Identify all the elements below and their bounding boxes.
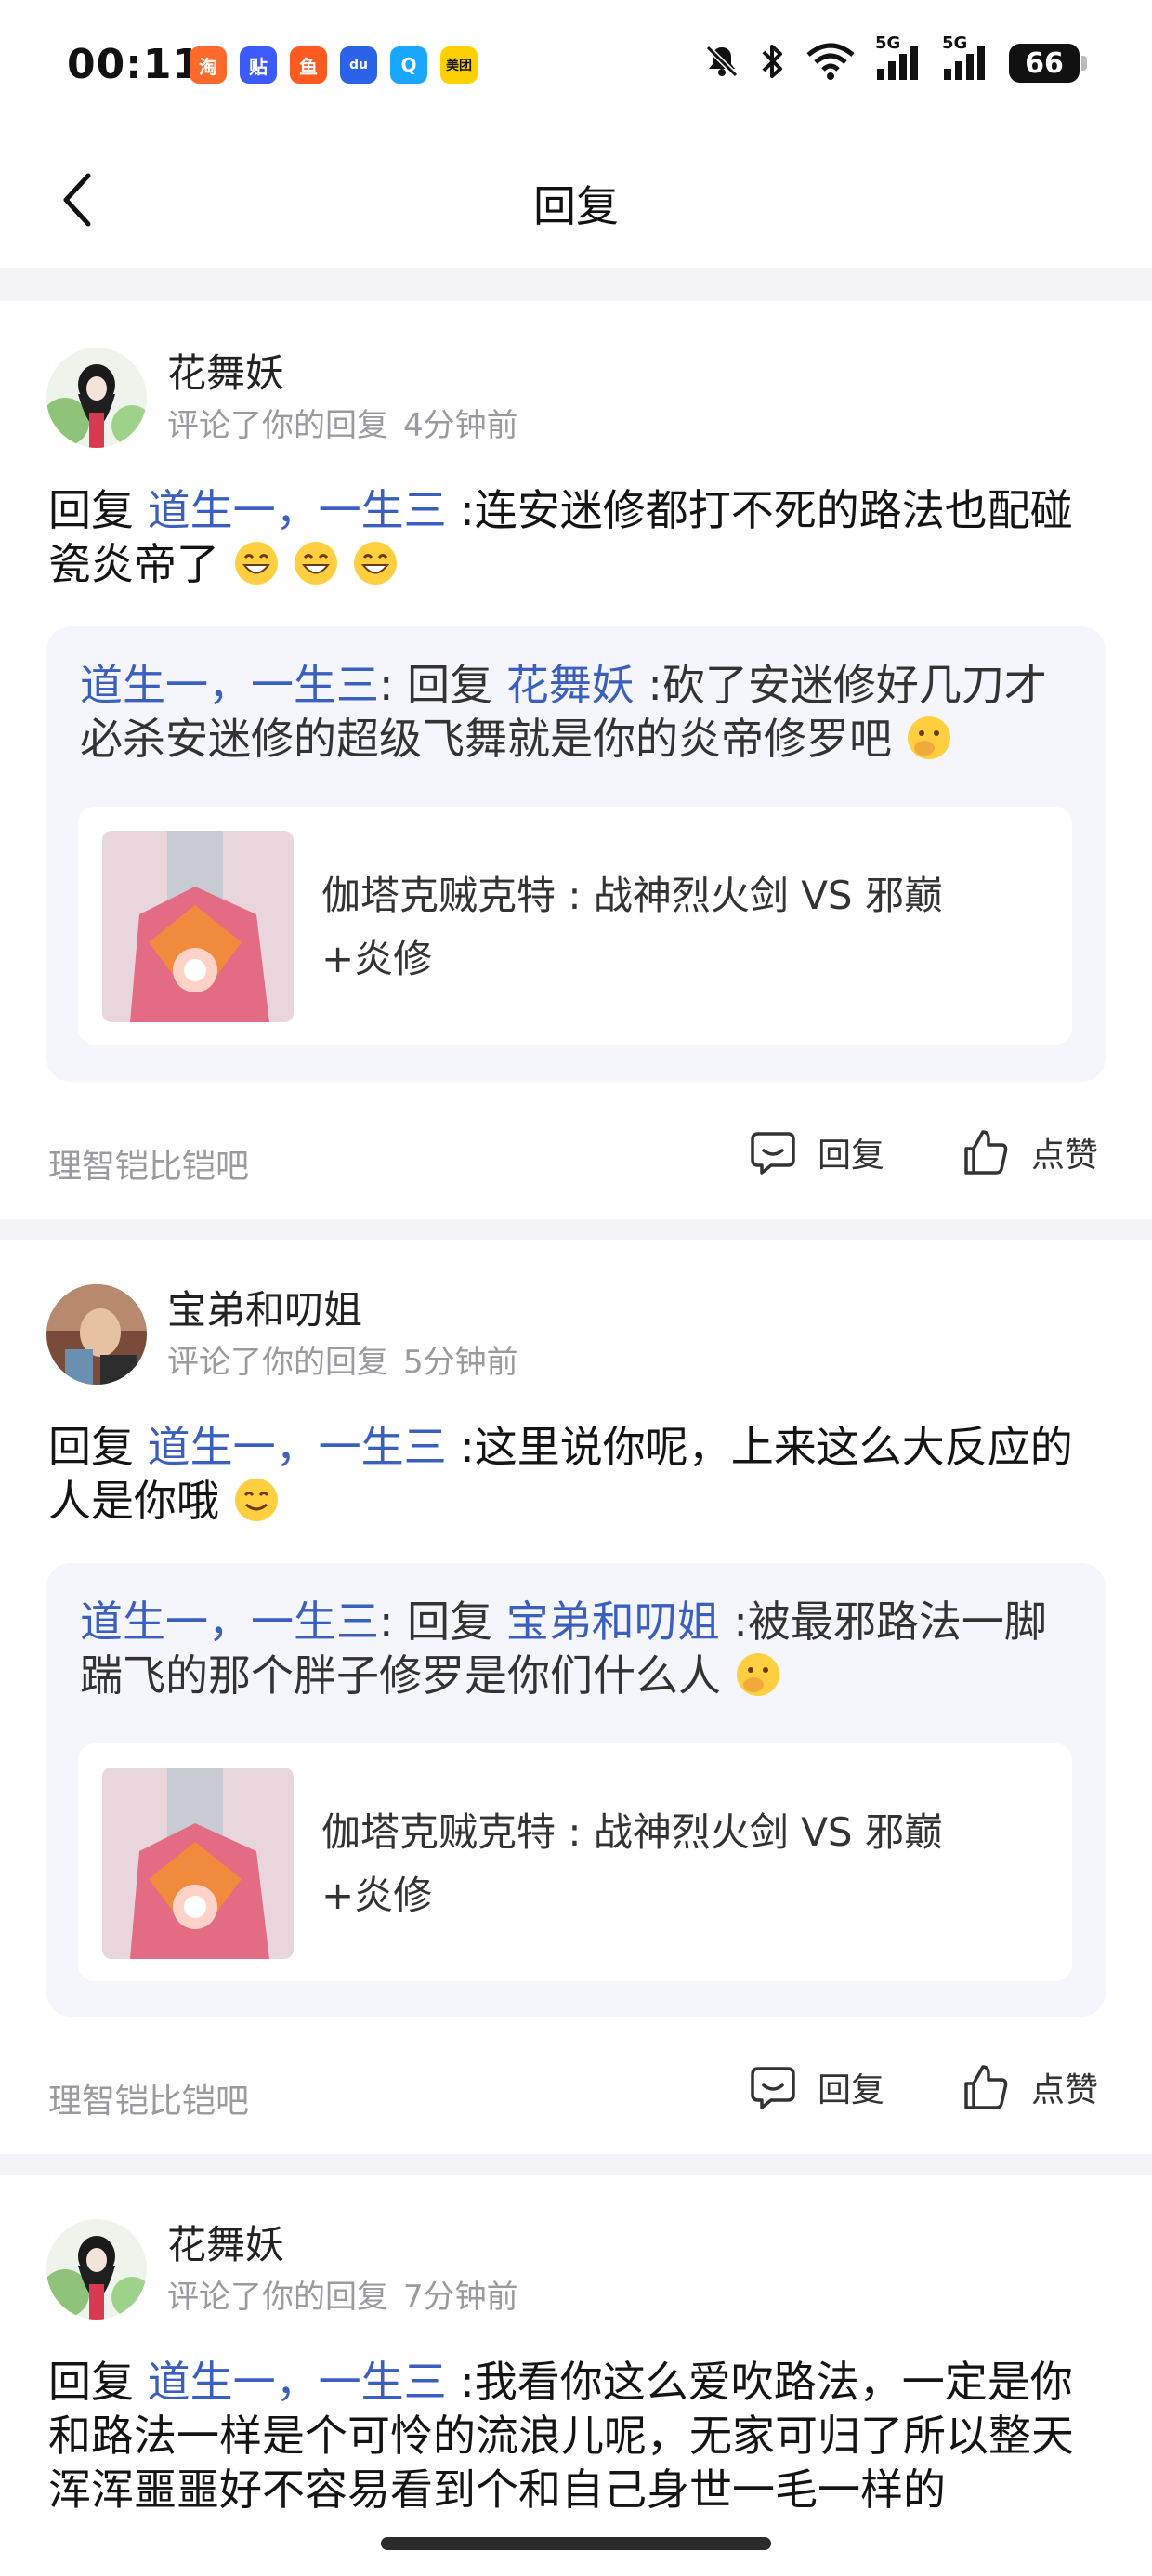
linked-post-card[interactable]: 伽塔克贼克特 : 战神烈火剑 VS 邪巅 +炎修 <box>78 807 1072 1045</box>
username[interactable]: 花舞妖 <box>167 342 284 399</box>
comment-icon <box>751 1132 795 1175</box>
reply-button[interactable]: 回复 <box>749 2063 884 2111</box>
home-indicator[interactable] <box>381 2537 771 2550</box>
thumbs-up-icon <box>964 1130 1008 1175</box>
quote-target-link[interactable]: 宝弟和叨姐 <box>506 1597 720 1647</box>
meituan-icon: 美团 <box>440 46 478 84</box>
quoted-reply-text: 道生一，一生三: 回复 花舞妖 :砍了安迷修好几刀才必杀安迷修的超级飞舞就是你的… <box>80 658 1074 766</box>
post-title-line: +炎修 <box>321 936 433 981</box>
wifi-icon <box>805 42 857 85</box>
avatar[interactable] <box>46 1284 147 1385</box>
reply-label: 回复 <box>818 2071 885 2109</box>
system-icons: 5G 5G 66 <box>702 33 1087 85</box>
battery-icon: 66 <box>1009 44 1087 83</box>
status-time: 00:11 <box>67 41 203 88</box>
notification-card[interactable]: 宝弟和叨姐 评论了你的回复 5分钟前 回复 道生一，一生三 :这里说你呢，上来这么… <box>0 1240 1152 2154</box>
signal-2-icon: 5G <box>942 33 990 85</box>
post-thumbnail <box>102 1768 294 1959</box>
quoted-reply[interactable]: 道生一，一生三: 回复 花舞妖 :砍了安迷修好几刀才必杀安迷修的超级飞舞就是你的… <box>46 626 1106 1082</box>
divider <box>0 2154 1152 2175</box>
username[interactable]: 花舞妖 <box>167 2214 284 2270</box>
comment-icon <box>751 2067 795 2109</box>
like-button[interactable]: 点赞 <box>962 2063 1098 2111</box>
post-title-line: +炎修 <box>321 1873 433 1918</box>
notification-app-icons: 淘贴鱼 du Q 美团 <box>190 46 478 84</box>
signal-1-label: 5G <box>875 33 901 53</box>
quote-author-link[interactable]: 道生一，一生三 <box>80 660 379 710</box>
xianyu-icon: 鱼 <box>290 46 327 84</box>
like-label: 点赞 <box>1031 1137 1099 1175</box>
timestamp: 4分钟前 <box>403 407 518 444</box>
forum-link[interactable]: 理智铠比铠吧 <box>48 2074 249 2123</box>
tieba-icon: 贴 <box>240 46 277 84</box>
comment-meta: 评论了你的回复 5分钟前 <box>167 1336 518 1382</box>
like-button[interactable]: 点赞 <box>962 1128 1098 1176</box>
linked-post-card[interactable]: 伽塔克贼克特 : 战神烈火剑 VS 邪巅 +炎修 <box>78 1743 1072 1981</box>
divider <box>0 1219 1152 1240</box>
post-title: 伽塔克贼克特 : 战神烈火剑 VS 邪巅 +炎修 <box>321 864 1028 991</box>
avatar[interactable] <box>46 2219 147 2320</box>
username[interactable]: 宝弟和叨姐 <box>167 1279 362 1335</box>
bluetooth-icon <box>760 41 786 85</box>
post-title-line: 伽塔克贼克特 : 战神烈火剑 VS 邪巅 <box>321 873 943 918</box>
comment-body[interactable]: 回复 道生一，一生三 :我看你这么爱吹路法，一定是你和路法一样是个可怜的流浪儿呢… <box>48 2355 1107 2517</box>
quote-separator: : <box>379 660 394 710</box>
quote-prefix: 回复 <box>407 660 493 710</box>
page-title: 回复 <box>533 181 619 231</box>
page-header: 回复 <box>0 139 1152 266</box>
mute-icon <box>702 42 741 85</box>
card-footer: 理智铠比铠吧 回复 点赞 <box>0 2054 1152 2137</box>
comment-body[interactable]: 回复 道生一，一生三 :连安迷修都打不死的路法也配碰瓷炎帝了 <box>48 483 1107 591</box>
thinking-emoji-icon <box>736 1653 779 1696</box>
grin-emoji-icon <box>234 542 278 585</box>
forum-link[interactable]: 理智铠比铠吧 <box>48 1139 249 1188</box>
quote-author-link[interactable]: 道生一，一生三 <box>80 1597 379 1647</box>
notification-card[interactable]: 花舞妖 评论了你的回复 4分钟前 回复 道生一，一生三 :连安迷修都打不死的路法也… <box>0 301 1152 1230</box>
quote-separator: : <box>379 1597 394 1647</box>
reply-prefix: 回复 <box>48 485 134 535</box>
notification-card[interactable]: 花舞妖 评论了你的回复 7分钟前 回复 道生一，一生三 :我看你这么爱吹路法，一定… <box>0 2175 1152 2576</box>
signal-2-label: 5G <box>942 33 968 53</box>
action-text: 评论了你的回复 <box>167 407 388 444</box>
quote-prefix: 回复 <box>407 1597 493 1647</box>
mention-link[interactable]: 道生一，一生三 <box>148 1422 447 1472</box>
timestamp: 5分钟前 <box>403 1344 518 1381</box>
reply-label: 回复 <box>818 1137 885 1175</box>
comment-meta: 评论了你的回复 4分钟前 <box>167 400 518 445</box>
action-text: 评论了你的回复 <box>167 1344 388 1381</box>
like-label: 点赞 <box>1031 2071 1099 2109</box>
post-thumbnail <box>102 831 294 1022</box>
comment-body[interactable]: 回复 道生一，一生三 :这里说你呢，上来这么大反应的人是你哦 <box>48 1420 1107 1528</box>
smile-emoji-icon <box>234 1479 278 1521</box>
status-bar: 00:11 淘贴鱼 du Q 美团 5G 5G 66 <box>0 0 1152 139</box>
action-text: 评论了你的回复 <box>167 2279 388 2316</box>
quote-target-link[interactable]: 花舞妖 <box>506 660 635 710</box>
avatar[interactable] <box>46 348 147 448</box>
reply-prefix: 回复 <box>48 2357 134 2407</box>
signal-1-icon: 5G <box>875 33 923 85</box>
reply-button[interactable]: 回复 <box>749 1128 884 1176</box>
taobao-icon: 淘 <box>190 46 227 84</box>
comment-meta: 评论了你的回复 7分钟前 <box>167 2271 518 2317</box>
thinking-emoji-icon <box>907 716 950 759</box>
grin-emoji-icon <box>353 542 397 585</box>
timestamp: 7分钟前 <box>403 2279 518 2316</box>
reply-prefix: 回复 <box>48 1422 134 1472</box>
quoted-reply[interactable]: 道生一，一生三: 回复 宝弟和叨姐 :被最邪路法一脚踹飞的那个胖子修罗是你们什么… <box>46 1563 1106 2017</box>
grin-emoji-icon <box>294 542 337 585</box>
quoted-reply-text: 道生一，一生三: 回复 宝弟和叨姐 :被最邪路法一脚踹飞的那个胖子修罗是你们什么… <box>80 1595 1074 1702</box>
post-title: 伽塔克贼克特 : 战神烈火剑 VS 邪巅 +炎修 <box>321 1801 1028 1927</box>
post-title-line: 伽塔克贼克特 : 战神烈火剑 VS 邪巅 <box>321 1809 943 1855</box>
mention-link[interactable]: 道生一，一生三 <box>148 485 447 535</box>
divider <box>0 268 1152 301</box>
baidu-icon: du <box>340 46 377 84</box>
card-footer: 理智铠比铠吧 回复 点赞 <box>0 1119 1152 1203</box>
mention-link[interactable]: 道生一，一生三 <box>148 2357 447 2407</box>
qq-icon: Q <box>390 46 427 84</box>
thumbs-up-icon <box>964 2065 1008 2109</box>
